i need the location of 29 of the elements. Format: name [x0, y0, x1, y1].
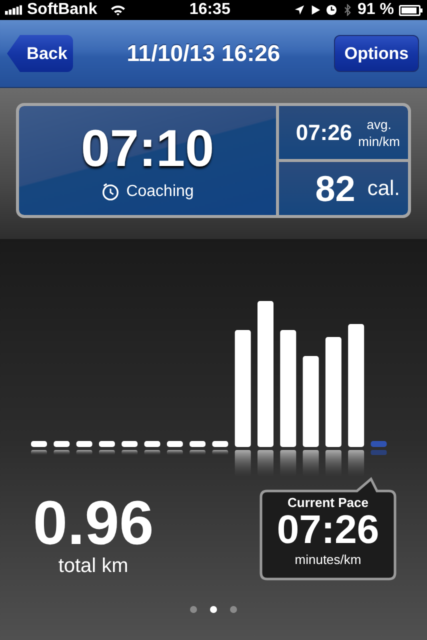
- wifi-icon: [110, 4, 126, 16]
- current-pace-label: Current Pace: [288, 495, 368, 510]
- calories-unit: cal.: [367, 176, 400, 200]
- battery-percentage: 91 %: [358, 1, 394, 19]
- page-dot[interactable]: [190, 606, 197, 613]
- avg-label: avg.: [366, 116, 392, 132]
- location-arrow-icon: [294, 4, 305, 16]
- coaching-label: Coaching: [126, 182, 194, 200]
- bluetooth-icon: [342, 4, 353, 16]
- distance-value: 0.96: [33, 493, 154, 555]
- stopwatch-icon: [101, 182, 120, 201]
- page-dot[interactable]: [230, 606, 237, 613]
- clock-time: 16:35: [189, 1, 230, 19]
- options-button[interactable]: Options: [334, 35, 419, 72]
- avg-pace-value: 07:26: [296, 120, 352, 146]
- duration-value: 07:10: [81, 120, 214, 178]
- clock-icon: [326, 4, 337, 16]
- back-button[interactable]: Back: [7, 35, 73, 72]
- play-icon: [310, 4, 321, 16]
- signal-icon: [5, 5, 22, 15]
- avg-unit: min/km: [358, 132, 400, 150]
- carrier-name: SoftBank: [27, 1, 98, 19]
- calories-value: 82: [315, 168, 356, 210]
- distance-unit: total km: [58, 555, 128, 578]
- current-pace-value: 07:26: [276, 510, 380, 550]
- page-dot[interactable]: [210, 606, 217, 613]
- battery-icon: [399, 4, 423, 16]
- current-pace-unit: minutes/km: [294, 552, 362, 567]
- nav-title: 11/10/13 16:26: [126, 40, 280, 67]
